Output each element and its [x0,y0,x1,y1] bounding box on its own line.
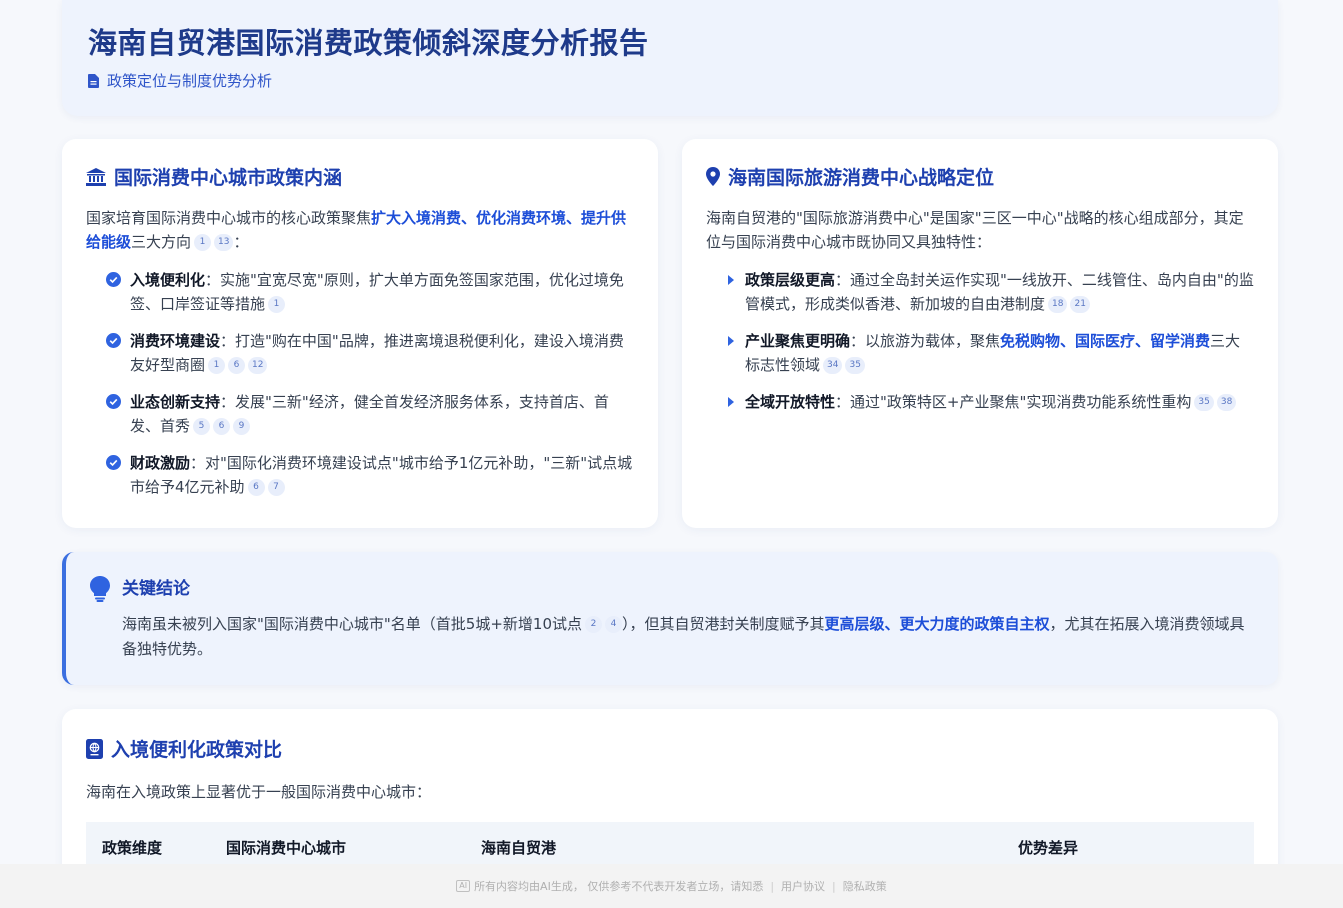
item-text: ：以旅游为载体，聚焦 [850,332,1001,350]
citation-badge[interactable]: 38 [1216,394,1237,411]
check-circle-icon [106,272,121,287]
document-icon [88,73,99,88]
check-circle-icon [106,394,121,409]
intro-colon: ： [233,233,249,251]
card-heading: 海南国际旅游消费中心战略定位 [706,163,1254,190]
citation-badge[interactable]: 34 [823,357,843,374]
card-intro: 国家培育国际消费中心城市的核心政策聚焦扩大入境消费、优化消费环境、提升供给能级三… [86,206,634,254]
card-heading: 入境便利化政策对比 [86,735,1254,762]
page-subtitle: 政策定位与制度优势分析 [88,70,1252,91]
item-lead: 业态创新支持 [130,393,221,411]
lightbulb-icon [90,576,110,602]
passport-icon [86,738,103,759]
citation-badge[interactable]: 9 [233,418,251,435]
citation-badge[interactable]: 2 [585,616,603,633]
citation-badge[interactable]: 1 [208,357,226,374]
citation-badge[interactable]: 6 [228,357,246,374]
list-item: 财政激励：对"国际化消费环境建设试点"城市给予1亿元补助，"三新"试点城市给予4… [86,451,634,499]
citation-badge[interactable]: 4 [605,616,623,633]
strategic-positioning-card: 海南国际旅游消费中心战略定位 海南自贸港的"国际旅游消费中心"是国家"三区一中心… [682,139,1278,528]
positioning-list: 政策层级更高：通过全岛封关运作实现"一线放开、二线管住、岛内自由"的监管模式，形… [706,268,1254,414]
item-highlight: 免税购物、国际医疗、留学消费 [1000,332,1211,350]
triangle-right-icon [728,275,734,285]
citation-badge[interactable]: 5 [193,418,211,435]
column-header: 海南自贸港 [481,838,557,857]
card-intro: 海南在入境政策上显著优于一般国际消费中心城市： [86,783,432,801]
citation-badge[interactable]: 7 [267,479,285,496]
intro-text: 国家培育国际消费中心城市的核心政策聚焦 [86,209,372,227]
conclusion-text-mid: ），但其自贸港封关制度赋予其 [622,615,825,633]
list-item: 全域开放特性：通过"政策特区+产业聚焦"实现消费功能系统性重构 35 38 [706,390,1254,414]
policy-connotation-card: 国际消费中心城市政策内涵 国家培育国际消费中心城市的核心政策聚焦扩大入境消费、优… [62,139,658,528]
footer-bar: AI 所有内容均由AI生成， 仅供参考不代表开发者立场，请知悉 | 用户协议 |… [0,864,1343,908]
check-circle-icon [106,333,121,348]
list-item: 产业聚焦更明确：以旅游为载体，聚焦免税购物、国际医疗、留学消费三大标志性领域 34… [706,329,1254,377]
landmark-icon [86,167,106,186]
citation-badge[interactable]: 1 [268,296,286,313]
conclusion-text: 海南虽未被列入国家"国际消费中心城市"名单（首批5城+新增10试点 [122,615,583,633]
key-conclusion-callout: 关键结论 海南虽未被列入国家"国际消费中心城市"名单（首批5城+新增10试点 2 4… [62,552,1278,685]
conclusion-body: 海南虽未被列入国家"国际消费中心城市"名单（首批5城+新增10试点 2 4 ），但其自… [122,612,1254,662]
triangle-right-icon [728,397,734,407]
citation-badge[interactable]: 35 [1194,394,1214,411]
column-header: 国际消费中心城市 [226,838,347,857]
citation-badge[interactable]: 21 [1070,296,1090,313]
list-item: 政策层级更高：通过全岛封关运作实现"一线放开、二线管住、岛内自由"的监管模式，形… [706,268,1254,316]
column-header: 政策维度 [102,838,163,857]
item-text: ：实施"宜宽尽宽"原则，扩大单方面免签国家范围，优化过境免签、口岸签证等措施 [130,271,624,313]
item-text: ：通过"政策特区+产业聚焦"实现消费功能系统性重构 [835,393,1192,411]
citation-badge[interactable]: 13 [214,234,234,251]
card-title: 入境便利化政策对比 [111,739,283,761]
list-item: 消费环境建设：打造"购在中国"品牌，推进离境退税便利化，建设入境消费友好型商圈 1… [86,329,634,377]
page-title: 海南自贸港国际消费政策倾斜深度分析报告 [88,26,649,60]
card-intro: 海南自贸港的"国际旅游消费中心"是国家"三区一中心"战略的核心组成部分，其定位与… [706,209,1244,251]
list-item: 入境便利化：实施"宜宽尽宽"原则，扩大单方面免签国家范围，优化过境免签、口岸签证… [86,268,634,316]
list-item: 业态创新支持：发展"三新"经济，健全首发经济服务体系，支持首店、首发、首秀 5 6 9 [86,390,634,438]
citation-badge[interactable]: 12 [248,357,268,374]
item-lead: 入境便利化 [130,271,206,289]
check-circle-icon [106,455,121,470]
card-heading: 国际消费中心城市政策内涵 [86,163,634,190]
report-header: 海南自贸港国际消费政策倾斜深度分析报告 政策定位与制度优势分析 [62,0,1278,116]
item-text: ：对"国际化消费环境建设试点"城市给予1亿元补助，"三新"试点城市给予4亿元补助 [130,454,633,496]
item-lead: 政策层级更高 [745,271,836,289]
policy-list: 入境便利化：实施"宜宽尽宽"原则，扩大单方面免签国家范围，优化过境免签、口岸签证… [86,268,634,499]
card-title: 国际消费中心城市政策内涵 [114,167,343,189]
disclaimer-text: 所有内容均由AI生成， 仅供参考不代表开发者立场，请知悉 [474,880,764,893]
map-pin-icon [706,167,720,186]
intro-tail: 三大方向 [131,233,192,251]
citation-badge[interactable]: 6 [247,479,265,496]
subtitle-text: 政策定位与制度优势分析 [107,72,273,90]
citation-badge[interactable]: 35 [845,357,865,374]
divider: | [832,879,836,893]
item-lead: 全域开放特性 [745,393,836,411]
ai-badge-icon: AI [456,880,471,892]
conclusion-title: 关键结论 [122,579,190,599]
privacy-policy-link[interactable]: 隐私政策 [843,878,887,894]
item-lead: 消费环境建设 [130,332,221,350]
item-lead: 产业聚焦更明确 [745,332,851,350]
triangle-right-icon [728,336,734,346]
user-agreement-link[interactable]: 用户协议 [781,878,825,894]
citation-badge[interactable]: 1 [194,234,212,251]
citation-badge[interactable]: 18 [1048,296,1068,313]
card-title: 海南国际旅游消费中心战略定位 [728,167,995,189]
item-lead: 财政激励 [130,454,191,472]
column-header: 优势差异 [1018,838,1079,857]
conclusion-heading: 关键结论 海南虽未被列入国家"国际消费中心城市"名单（首批5城+新增10试点 2 4… [90,576,1254,662]
citation-badge[interactable]: 6 [213,418,231,435]
conclusion-highlight: 更高层级、更大力度的政策自主权 [824,615,1050,633]
divider: | [770,879,775,893]
